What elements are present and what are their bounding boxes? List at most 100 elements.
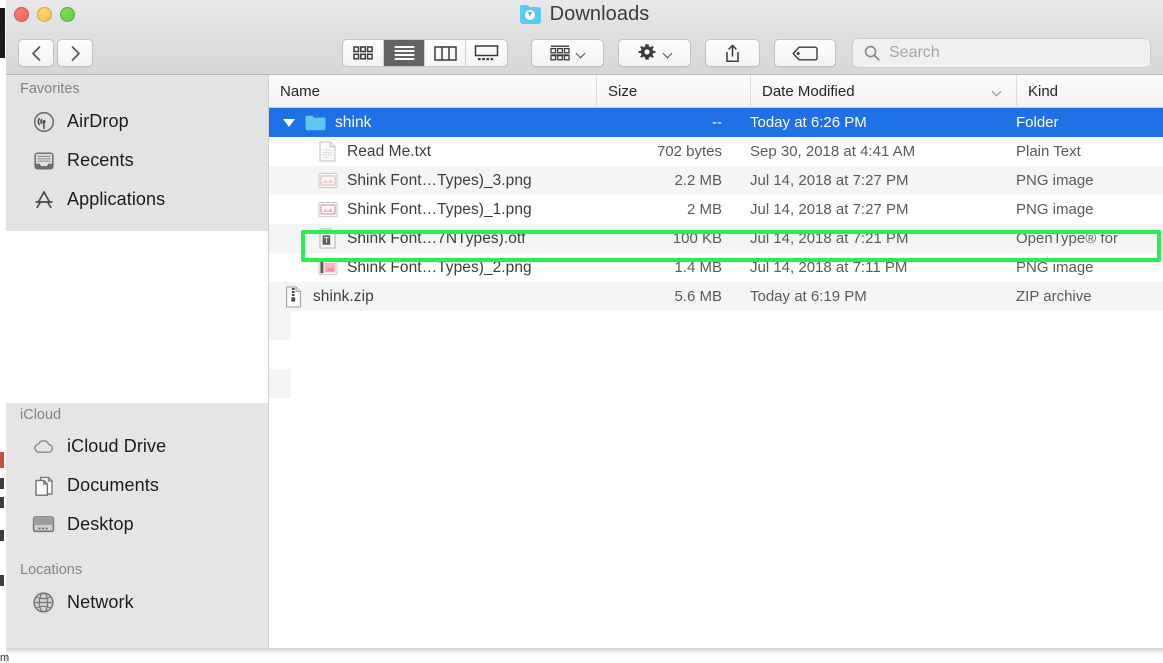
background-dark-sliver xyxy=(0,8,5,58)
view-mode-switcher xyxy=(342,39,508,67)
sidebar-section-icloud-locations: iCloud iCloud Drive Documents Desktop Lo… xyxy=(6,403,268,648)
background-sliver-mark-2 xyxy=(0,497,4,508)
downloads-folder-icon xyxy=(519,5,541,24)
table-row[interactable]: shink -- Today at 6:26 PM Folder xyxy=(269,108,1163,137)
column-header-date-modified[interactable]: Date Modified xyxy=(750,75,1016,108)
file-size: 702 bytes xyxy=(656,143,722,160)
gallery-view-button[interactable] xyxy=(466,40,507,66)
table-row[interactable]: Shink Font…Types)_3.png 2.2 MB Jul 14, 2… xyxy=(269,166,1163,195)
columns-icon xyxy=(433,45,457,61)
file-size: 2 MB xyxy=(686,201,722,218)
airdrop-icon xyxy=(32,110,55,133)
background-sliver-mark-4 xyxy=(0,575,4,586)
file-name: Read Me.txt xyxy=(347,142,432,160)
list-lines-icon xyxy=(393,45,415,61)
minimize-window-button[interactable] xyxy=(37,7,52,22)
folder-icon xyxy=(305,112,326,133)
back-button[interactable] xyxy=(18,39,54,67)
file-list-rows: shink -- Today at 6:26 PM Folder Read Me… xyxy=(269,108,1163,311)
column-view-button[interactable] xyxy=(425,40,466,66)
icon-view-button[interactable] xyxy=(343,40,384,66)
cell-kind: OpenType® for xyxy=(1016,224,1118,253)
cell-kind: ZIP archive xyxy=(1016,282,1092,311)
file-name: Shink Font…Types)_1.png xyxy=(347,200,532,218)
desktop-icon xyxy=(32,513,55,536)
sidebar-item-label: Documents xyxy=(67,475,159,495)
column-header-size[interactable]: Size xyxy=(596,75,750,108)
sidebar-item-label: AirDrop xyxy=(67,111,129,131)
group-icon xyxy=(549,45,570,61)
file-kind: Plain Text xyxy=(1016,143,1081,160)
list-view-button[interactable] xyxy=(384,40,425,66)
sidebar-item-recents[interactable]: Recents xyxy=(6,141,268,180)
sidebar-item-icloud-drive[interactable]: iCloud Drive xyxy=(6,427,268,466)
column-header-name[interactable]: Name xyxy=(269,75,596,108)
close-window-button[interactable] xyxy=(14,7,29,22)
sidebar-item-airdrop[interactable]: AirDrop xyxy=(6,102,268,141)
chevron-left-icon xyxy=(31,45,40,61)
sidebar-header-icloud: iCloud xyxy=(20,407,62,423)
file-kind: PNG image xyxy=(1016,259,1094,276)
file-kind: PNG image xyxy=(1016,201,1094,218)
network-globe-icon xyxy=(32,591,55,614)
table-row[interactable]: Shink Font…7NTypes).otf 100 KB Jul 14, 2… xyxy=(269,224,1163,253)
page-title: Downloads xyxy=(549,3,650,25)
table-row[interactable]: shink.zip 5.6 MB Today at 6:19 PM ZIP ar… xyxy=(269,282,1163,311)
sidebar-item-network[interactable]: Network xyxy=(6,583,268,622)
cell-kind: Folder xyxy=(1016,108,1059,137)
file-size: 5.6 MB xyxy=(674,288,722,305)
forward-button[interactable] xyxy=(57,39,93,67)
cell-kind: Plain Text xyxy=(1016,137,1081,166)
file-date-modified: Jul 14, 2018 at 7:27 PM xyxy=(750,201,909,218)
window-body: Favorites AirDrop Recents Applications i… xyxy=(6,75,1163,648)
file-date-modified: Today at 6:26 PM xyxy=(750,114,867,131)
share-button[interactable] xyxy=(705,39,760,67)
file-kind: OpenType® for xyxy=(1016,230,1118,247)
finder-toolbar: Search xyxy=(6,32,1163,74)
search-field[interactable]: Search xyxy=(852,38,1151,68)
cell-size: 1.4 MB xyxy=(596,253,736,282)
table-row[interactable]: Shink Font…Types)_2.png 1.4 MB Jul 14, 2… xyxy=(269,253,1163,282)
window-title-area: Downloads xyxy=(6,3,1163,26)
table-row[interactable]: Read Me.txt 702 bytes Sep 30, 2018 at 4:… xyxy=(269,137,1163,166)
column-header-date-label: Date Modified xyxy=(762,83,855,100)
background-red-sliver xyxy=(0,452,4,468)
table-row[interactable]: Shink Font…Types)_1.png 2 MB Jul 14, 201… xyxy=(269,195,1163,224)
cell-size: 2 MB xyxy=(596,195,736,224)
chevron-down-icon xyxy=(577,49,586,58)
documents-icon xyxy=(32,474,55,497)
cell-size: 100 KB xyxy=(596,224,736,253)
sidebar-section-favorites: Favorites AirDrop Recents Applications xyxy=(6,75,268,231)
sidebar-item-label: Desktop xyxy=(67,514,134,534)
column-header-kind[interactable]: Kind xyxy=(1016,75,1163,108)
file-name: Shink Font…Types)_2.png xyxy=(347,258,532,276)
file-date-modified: Jul 14, 2018 at 7:27 PM xyxy=(750,172,909,189)
sidebar-item-label: Recents xyxy=(67,150,134,170)
disclosure-triangle-icon[interactable] xyxy=(283,118,295,127)
chevron-right-icon xyxy=(71,45,80,61)
cell-name: Shink Font…Types)_1.png xyxy=(269,195,532,224)
file-size: 2.2 MB xyxy=(674,172,722,189)
chevron-down-icon xyxy=(992,88,1003,95)
file-name: Shink Font…Types)_3.png xyxy=(347,171,532,189)
background-text-fragment: m xyxy=(0,653,10,663)
chevron-down-icon xyxy=(664,49,673,58)
search-icon xyxy=(864,45,880,61)
file-kind: PNG image xyxy=(1016,172,1094,189)
grid-icon xyxy=(353,46,373,60)
sidebar-item-applications[interactable]: Applications xyxy=(6,180,268,219)
finder-window: Downloads Search Favorites AirDrop Recen… xyxy=(6,0,1163,648)
finder-screenshot: Downloads Search Favorites AirDrop Recen… xyxy=(0,0,1163,663)
cell-date: Sep 30, 2018 at 4:41 AM xyxy=(750,137,915,166)
cell-date: Jul 14, 2018 at 7:27 PM xyxy=(750,195,908,224)
sidebar-item-desktop[interactable]: Desktop xyxy=(6,505,268,544)
action-menu-button[interactable] xyxy=(618,39,691,67)
sidebar-item-documents[interactable]: Documents xyxy=(6,466,268,505)
tags-button[interactable] xyxy=(774,39,836,67)
group-by-button[interactable] xyxy=(531,39,604,67)
file-date-modified: Sep 30, 2018 at 4:41 AM xyxy=(750,143,916,160)
file-date-modified: Jul 14, 2018 at 7:21 PM xyxy=(750,230,909,247)
maximize-window-button[interactable] xyxy=(60,7,75,22)
gallery-icon xyxy=(474,45,499,61)
cell-name: Shink Font…Types)_2.png xyxy=(269,253,532,282)
